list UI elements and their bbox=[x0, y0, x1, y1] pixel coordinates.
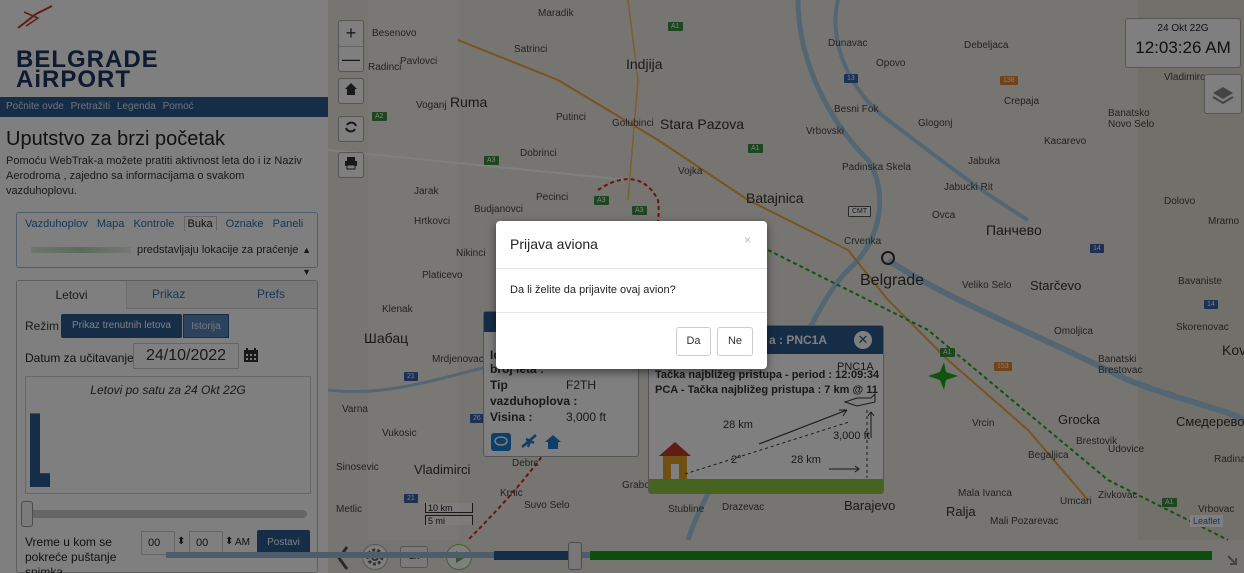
no-button[interactable]: Ne bbox=[717, 327, 753, 356]
modal-body: Da li želite da prijavite ovaj avion? bbox=[510, 284, 676, 296]
modal-divider bbox=[496, 268, 767, 269]
modal-divider bbox=[496, 312, 767, 313]
yes-button[interactable]: Da bbox=[676, 327, 711, 356]
report-aircraft-modal: Prijava aviona × Da li želite da prijavi… bbox=[496, 221, 767, 369]
modal-title: Prijava aviona bbox=[510, 236, 598, 252]
modal-close-icon[interactable]: × bbox=[744, 233, 751, 247]
